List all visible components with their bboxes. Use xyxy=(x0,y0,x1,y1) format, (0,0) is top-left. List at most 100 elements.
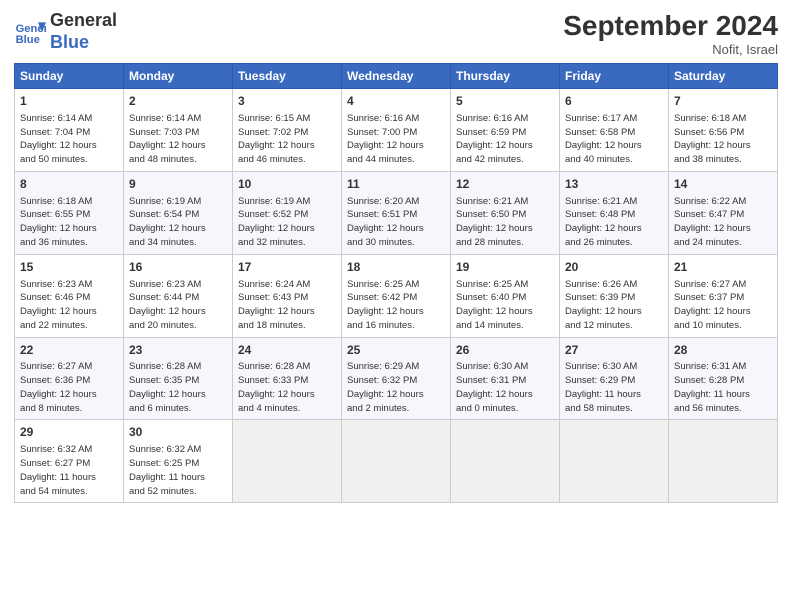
cell-sun-info: Sunrise: 6:28 AM Sunset: 6:33 PM Dayligh… xyxy=(238,360,336,415)
col-header-sunday: Sunday xyxy=(15,64,124,89)
day-number: 19 xyxy=(456,259,554,276)
calendar-cell xyxy=(342,420,451,503)
calendar-week-4: 22Sunrise: 6:27 AM Sunset: 6:36 PM Dayli… xyxy=(15,337,778,420)
calendar-cell: 2 Sunrise: 6:14 AM Sunset: 7:03 PM Daylig… xyxy=(124,89,233,172)
calendar-page: General Blue General Blue September 2024… xyxy=(0,0,792,612)
location: Nofit, Israel xyxy=(563,42,778,57)
calendar-cell: 19 Sunrise: 6:25 AM Sunset: 6:40 PM Dayli… xyxy=(451,254,560,337)
col-header-friday: Friday xyxy=(560,64,669,89)
cell-sun-info: Sunrise: 6:28 AM Sunset: 6:35 PM Dayligh… xyxy=(129,360,227,415)
calendar-cell: 26Sunrise: 6:30 AM Sunset: 6:31 PM Dayli… xyxy=(451,337,560,420)
calendar-header-row: SundayMondayTuesdayWednesdayThursdayFrid… xyxy=(15,64,778,89)
calendar-cell xyxy=(233,420,342,503)
day-number: 14 xyxy=(674,176,772,193)
calendar-cell: 5 Sunrise: 6:16 AM Sunset: 6:59 PM Daylig… xyxy=(451,89,560,172)
cell-sun-info: Sunrise: 6:27 AM Sunset: 6:37 PM Dayligh… xyxy=(674,278,772,333)
day-number: 13 xyxy=(565,176,663,193)
day-number: 20 xyxy=(565,259,663,276)
calendar-cell: 25Sunrise: 6:29 AM Sunset: 6:32 PM Dayli… xyxy=(342,337,451,420)
cell-sun-info: Sunrise: 6:18 AM Sunset: 6:55 PM Dayligh… xyxy=(20,195,118,250)
calendar-cell: 8 Sunrise: 6:18 AM Sunset: 6:55 PM Daylig… xyxy=(15,171,124,254)
day-number: 23 xyxy=(129,342,227,359)
cell-sun-info: Sunrise: 6:16 AM Sunset: 6:59 PM Dayligh… xyxy=(456,112,554,167)
calendar-cell: 18Sunrise: 6:25 AM Sunset: 6:42 PM Dayli… xyxy=(342,254,451,337)
day-number: 22 xyxy=(20,342,118,359)
calendar-cell: 4 Sunrise: 6:16 AM Sunset: 7:00 PM Daylig… xyxy=(342,89,451,172)
col-header-wednesday: Wednesday xyxy=(342,64,451,89)
day-number: 9 xyxy=(129,176,227,193)
cell-sun-info: Sunrise: 6:30 AM Sunset: 6:29 PM Dayligh… xyxy=(565,360,663,415)
calendar-cell: 3 Sunrise: 6:15 AM Sunset: 7:02 PM Daylig… xyxy=(233,89,342,172)
day-number: 29 xyxy=(20,424,118,441)
logo-general: General xyxy=(50,10,117,32)
day-number: 5 xyxy=(456,93,554,110)
cell-sun-info: Sunrise: 6:21 AM Sunset: 6:50 PM Dayligh… xyxy=(456,195,554,250)
logo-blue: Blue xyxy=(50,32,117,54)
calendar-cell: 17 Sunrise: 6:24 AM Sunset: 6:43 PM Dayli… xyxy=(233,254,342,337)
calendar-cell: 24Sunrise: 6:28 AM Sunset: 6:33 PM Dayli… xyxy=(233,337,342,420)
calendar-cell: 21 Sunrise: 6:27 AM Sunset: 6:37 PM Dayli… xyxy=(669,254,778,337)
calendar-cell: 20Sunrise: 6:26 AM Sunset: 6:39 PM Dayli… xyxy=(560,254,669,337)
cell-sun-info: Sunrise: 6:19 AM Sunset: 6:52 PM Dayligh… xyxy=(238,195,336,250)
calendar-cell: 13 Sunrise: 6:21 AM Sunset: 6:48 PM Dayli… xyxy=(560,171,669,254)
day-number: 28 xyxy=(674,342,772,359)
cell-sun-info: Sunrise: 6:27 AM Sunset: 6:36 PM Dayligh… xyxy=(20,360,118,415)
day-number: 16 xyxy=(129,259,227,276)
cell-sun-info: Sunrise: 6:24 AM Sunset: 6:43 PM Dayligh… xyxy=(238,278,336,333)
cell-sun-info: Sunrise: 6:15 AM Sunset: 7:02 PM Dayligh… xyxy=(238,112,336,167)
cell-sun-info: Sunrise: 6:16 AM Sunset: 7:00 PM Dayligh… xyxy=(347,112,445,167)
logo: General Blue General Blue xyxy=(14,10,117,53)
day-number: 25 xyxy=(347,342,445,359)
calendar-week-2: 8 Sunrise: 6:18 AM Sunset: 6:55 PM Daylig… xyxy=(15,171,778,254)
calendar-week-5: 29 Sunrise: 6:32 AM Sunset: 6:27 PM Dayli… xyxy=(15,420,778,503)
calendar-cell xyxy=(560,420,669,503)
cell-sun-info: Sunrise: 6:29 AM Sunset: 6:32 PM Dayligh… xyxy=(347,360,445,415)
cell-sun-info: Sunrise: 6:23 AM Sunset: 6:46 PM Dayligh… xyxy=(20,278,118,333)
calendar-cell: 29 Sunrise: 6:32 AM Sunset: 6:27 PM Dayli… xyxy=(15,420,124,503)
day-number: 17 xyxy=(238,259,336,276)
cell-sun-info: Sunrise: 6:20 AM Sunset: 6:51 PM Dayligh… xyxy=(347,195,445,250)
day-number: 3 xyxy=(238,93,336,110)
col-header-thursday: Thursday xyxy=(451,64,560,89)
day-number: 7 xyxy=(674,93,772,110)
cell-sun-info: Sunrise: 6:25 AM Sunset: 6:42 PM Dayligh… xyxy=(347,278,445,333)
day-number: 15 xyxy=(20,259,118,276)
calendar-table: SundayMondayTuesdayWednesdayThursdayFrid… xyxy=(14,63,778,503)
calendar-cell xyxy=(451,420,560,503)
calendar-cell: 27Sunrise: 6:30 AM Sunset: 6:29 PM Dayli… xyxy=(560,337,669,420)
cell-sun-info: Sunrise: 6:14 AM Sunset: 7:03 PM Dayligh… xyxy=(129,112,227,167)
cell-sun-info: Sunrise: 6:18 AM Sunset: 6:56 PM Dayligh… xyxy=(674,112,772,167)
day-number: 8 xyxy=(20,176,118,193)
title-block: September 2024 Nofit, Israel xyxy=(563,10,778,57)
cell-sun-info: Sunrise: 6:23 AM Sunset: 6:44 PM Dayligh… xyxy=(129,278,227,333)
calendar-cell: 1Sunrise: 6:14 AM Sunset: 7:04 PM Daylig… xyxy=(15,89,124,172)
page-header: General Blue General Blue September 2024… xyxy=(14,10,778,57)
day-number: 30 xyxy=(129,424,227,441)
col-header-tuesday: Tuesday xyxy=(233,64,342,89)
cell-sun-info: Sunrise: 6:25 AM Sunset: 6:40 PM Dayligh… xyxy=(456,278,554,333)
cell-sun-info: Sunrise: 6:14 AM Sunset: 7:04 PM Dayligh… xyxy=(20,112,118,167)
day-number: 21 xyxy=(674,259,772,276)
calendar-cell: 30 Sunrise: 6:32 AM Sunset: 6:25 PM Dayli… xyxy=(124,420,233,503)
cell-sun-info: Sunrise: 6:21 AM Sunset: 6:48 PM Dayligh… xyxy=(565,195,663,250)
day-number: 12 xyxy=(456,176,554,193)
day-number: 24 xyxy=(238,342,336,359)
calendar-cell: 23Sunrise: 6:28 AM Sunset: 6:35 PM Dayli… xyxy=(124,337,233,420)
day-number: 2 xyxy=(129,93,227,110)
cell-sun-info: Sunrise: 6:22 AM Sunset: 6:47 PM Dayligh… xyxy=(674,195,772,250)
day-number: 27 xyxy=(565,342,663,359)
calendar-cell: 15 Sunrise: 6:23 AM Sunset: 6:46 PM Dayli… xyxy=(15,254,124,337)
cell-sun-info: Sunrise: 6:32 AM Sunset: 6:27 PM Dayligh… xyxy=(20,443,118,498)
calendar-cell: 14 Sunrise: 6:22 AM Sunset: 6:47 PM Dayli… xyxy=(669,171,778,254)
day-number: 6 xyxy=(565,93,663,110)
day-number: 10 xyxy=(238,176,336,193)
day-number: 4 xyxy=(347,93,445,110)
calendar-cell: 9Sunrise: 6:19 AM Sunset: 6:54 PM Daylig… xyxy=(124,171,233,254)
calendar-week-3: 15 Sunrise: 6:23 AM Sunset: 6:46 PM Dayli… xyxy=(15,254,778,337)
day-number: 26 xyxy=(456,342,554,359)
cell-sun-info: Sunrise: 6:17 AM Sunset: 6:58 PM Dayligh… xyxy=(565,112,663,167)
cell-sun-info: Sunrise: 6:32 AM Sunset: 6:25 PM Dayligh… xyxy=(129,443,227,498)
calendar-cell: 22Sunrise: 6:27 AM Sunset: 6:36 PM Dayli… xyxy=(15,337,124,420)
cell-sun-info: Sunrise: 6:30 AM Sunset: 6:31 PM Dayligh… xyxy=(456,360,554,415)
calendar-cell: 11Sunrise: 6:20 AM Sunset: 6:51 PM Dayli… xyxy=(342,171,451,254)
